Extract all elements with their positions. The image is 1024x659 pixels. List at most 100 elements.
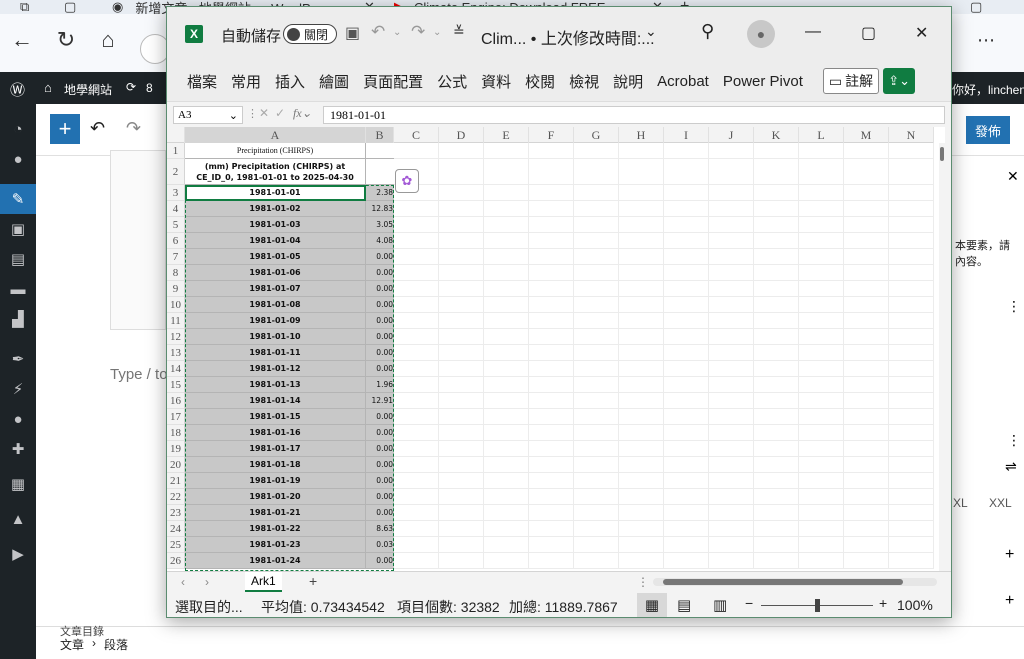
empty-cell[interactable] xyxy=(574,159,619,185)
empty-cell[interactable] xyxy=(799,425,844,441)
empty-cell[interactable] xyxy=(619,143,664,159)
empty-cell[interactable] xyxy=(889,249,934,265)
row-header[interactable]: 2 xyxy=(167,159,185,185)
empty-cell[interactable] xyxy=(394,521,439,537)
empty-cell[interactable] xyxy=(889,361,934,377)
empty-cell[interactable] xyxy=(799,521,844,537)
back-arrow-icon[interactable]: ← xyxy=(6,24,38,56)
empty-cell[interactable] xyxy=(484,345,529,361)
empty-cell[interactable] xyxy=(439,249,484,265)
value-cell[interactable]: 0.00 xyxy=(366,473,394,489)
undo-icon[interactable]: ↶ xyxy=(371,22,385,42)
redo-icon[interactable]: ↷ xyxy=(411,22,425,42)
empty-cell[interactable] xyxy=(709,265,754,281)
empty-cell[interactable] xyxy=(754,201,799,217)
size-option-xxl[interactable]: XXL xyxy=(989,496,1012,510)
empty-cell[interactable] xyxy=(664,361,709,377)
empty-cell[interactable] xyxy=(889,143,934,159)
empty-cell[interactable] xyxy=(889,393,934,409)
empty-cell[interactable] xyxy=(439,377,484,393)
empty-cell[interactable] xyxy=(664,265,709,281)
close-window-icon[interactable]: ✕ xyxy=(915,23,928,43)
date-cell[interactable]: 1981-01-19 xyxy=(185,473,366,489)
empty-cell[interactable] xyxy=(844,489,889,505)
next-sheet-icon[interactable]: › xyxy=(205,575,209,589)
empty-cell[interactable] xyxy=(484,473,529,489)
status-sum[interactable]: 加總: 11889.7867 xyxy=(509,597,618,617)
redo-icon[interactable]: ↷ xyxy=(126,118,141,139)
empty-cell[interactable] xyxy=(484,233,529,249)
empty-cell[interactable] xyxy=(844,313,889,329)
breadcrumb-item[interactable]: 段落 xyxy=(104,636,128,653)
empty-cell[interactable] xyxy=(799,393,844,409)
empty-cell[interactable] xyxy=(394,457,439,473)
empty-cell[interactable] xyxy=(664,473,709,489)
tab-actions-icon[interactable]: ▢ xyxy=(64,0,78,14)
empty-cell[interactable] xyxy=(619,329,664,345)
empty-cell[interactable] xyxy=(394,313,439,329)
tab-data[interactable]: 資料 xyxy=(481,71,511,92)
date-cell[interactable]: 1981-01-16 xyxy=(185,425,366,441)
empty-cell[interactable] xyxy=(799,361,844,377)
empty-cell[interactable] xyxy=(799,185,844,201)
empty-cell[interactable] xyxy=(619,249,664,265)
empty-cell[interactable] xyxy=(529,409,574,425)
empty-cell[interactable] xyxy=(529,329,574,345)
value-cell[interactable]: 0.03 xyxy=(366,537,394,553)
empty-cell[interactable] xyxy=(529,473,574,489)
page-layout-view-icon[interactable]: ▤ xyxy=(677,596,691,614)
empty-cell[interactable] xyxy=(844,233,889,249)
row-header[interactable]: 6 xyxy=(167,233,185,249)
empty-cell[interactable] xyxy=(709,233,754,249)
empty-cell[interactable] xyxy=(844,249,889,265)
empty-cell[interactable] xyxy=(664,393,709,409)
status-count[interactable]: 項目個數: 32382 xyxy=(397,597,500,617)
empty-cell[interactable] xyxy=(664,409,709,425)
empty-cell[interactable] xyxy=(439,409,484,425)
empty-cell[interactable] xyxy=(799,505,844,521)
tab-view[interactable]: 檢視 xyxy=(569,71,599,92)
sheet-bar-splitter-icon[interactable]: ⋮ xyxy=(637,575,649,589)
empty-cell[interactable] xyxy=(619,265,664,281)
empty-cell[interactable] xyxy=(889,521,934,537)
dashboard-icon[interactable]: ◔ xyxy=(0,114,36,144)
empty-cell[interactable] xyxy=(799,345,844,361)
row-header[interactable]: 5 xyxy=(167,217,185,233)
empty-cell[interactable] xyxy=(664,143,709,159)
empty-cell[interactable] xyxy=(484,185,529,201)
empty-cell[interactable] xyxy=(709,441,754,457)
empty-cell[interactable] xyxy=(394,233,439,249)
empty-cell[interactable] xyxy=(754,537,799,553)
empty-cell[interactable] xyxy=(709,217,754,233)
empty-cell[interactable] xyxy=(619,393,664,409)
empty-cell[interactable] xyxy=(439,521,484,537)
customize-toolbar-icon[interactable]: ≚ xyxy=(453,23,465,40)
size-settings-icon[interactable]: ⇌ xyxy=(1005,458,1017,475)
empty-cell[interactable] xyxy=(574,409,619,425)
empty-cell[interactable] xyxy=(889,265,934,281)
empty-cell[interactable] xyxy=(709,201,754,217)
empty-cell[interactable] xyxy=(484,297,529,313)
empty-cell[interactable] xyxy=(439,185,484,201)
empty-cell[interactable] xyxy=(484,265,529,281)
empty-cell[interactable] xyxy=(664,185,709,201)
block-options-icon[interactable]: ⋮ xyxy=(1007,298,1021,315)
empty-cell[interactable] xyxy=(574,361,619,377)
empty-cell[interactable] xyxy=(664,201,709,217)
empty-cell[interactable] xyxy=(889,159,934,185)
empty-cell[interactable] xyxy=(484,521,529,537)
sheet-tab-ark1[interactable]: Ark1 xyxy=(245,572,282,592)
share-button[interactable]: ⇪⌄ xyxy=(883,68,916,94)
empty-cell[interactable] xyxy=(394,329,439,345)
empty-cell[interactable] xyxy=(754,233,799,249)
empty-cell[interactable] xyxy=(709,143,754,159)
empty-cell[interactable] xyxy=(844,143,889,159)
empty-cell[interactable] xyxy=(664,537,709,553)
empty-cell[interactable] xyxy=(439,281,484,297)
zoom-level[interactable]: 100% xyxy=(897,597,933,613)
empty-cell[interactable] xyxy=(709,361,754,377)
empty-cell[interactable] xyxy=(574,441,619,457)
empty-cell[interactable] xyxy=(439,441,484,457)
empty-cell[interactable] xyxy=(709,329,754,345)
empty-cell[interactable] xyxy=(439,505,484,521)
